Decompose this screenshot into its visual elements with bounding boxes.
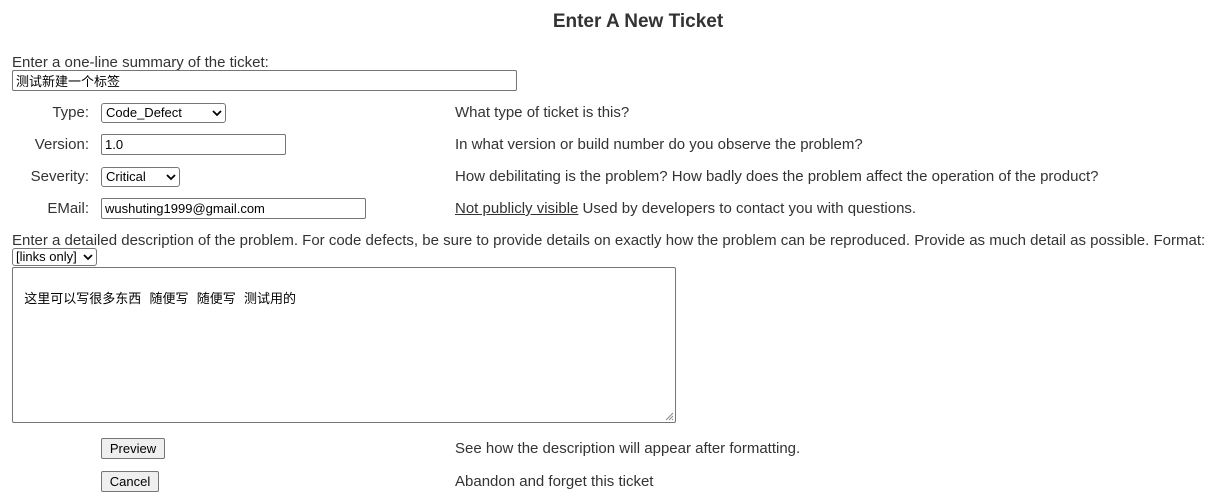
email-help-text: Used by developers to contact you with q…: [578, 200, 917, 217]
severity-select-value: Critical: [106, 169, 146, 184]
version-label: Version:: [34, 136, 89, 153]
cancel-help: Abandon and forget this ticket: [455, 473, 654, 490]
chevron-down-icon: [166, 174, 176, 181]
version-help: In what version or build number do you o…: [455, 136, 863, 153]
description-label: Enter a detailed description of the prob…: [12, 232, 1206, 249]
type-select[interactable]: Code_Defect: [101, 103, 226, 123]
cancel-button[interactable]: Cancel: [101, 471, 159, 492]
summary-label: Enter a one-line summary of the ticket:: [12, 54, 269, 71]
email-help: Not publicly visible Used by developers …: [455, 200, 916, 217]
type-label: Type:: [52, 104, 89, 121]
format-select[interactable]: [links only]: [12, 248, 97, 266]
summary-input[interactable]: [12, 70, 517, 91]
version-input[interactable]: [101, 134, 286, 155]
not-publicly-visible-link[interactable]: Not publicly visible: [455, 200, 578, 217]
resize-grip-icon[interactable]: [665, 412, 674, 421]
severity-help: How debilitating is the problem? How bad…: [455, 168, 1099, 185]
severity-label: Severity:: [30, 168, 89, 185]
format-select-value: [links only]: [16, 249, 77, 264]
type-select-value: Code_Defect: [106, 105, 182, 120]
preview-help: See how the description will appear afte…: [455, 440, 801, 457]
preview-button[interactable]: Preview: [101, 438, 165, 459]
email-input[interactable]: [101, 198, 366, 219]
chevron-down-icon: [83, 254, 93, 261]
type-help: What type of ticket is this?: [455, 104, 630, 121]
severity-select[interactable]: Critical: [101, 167, 180, 187]
description-textarea[interactable]: 这里可以写很多东西 随便写 随便写 测试用的: [12, 267, 676, 423]
page-title: Enter A New Ticket: [552, 11, 724, 32]
email-label: EMail:: [47, 200, 89, 217]
description-text: 这里可以写很多东西 随便写 随便写 测试用的: [24, 292, 297, 307]
chevron-down-icon: [212, 110, 222, 117]
